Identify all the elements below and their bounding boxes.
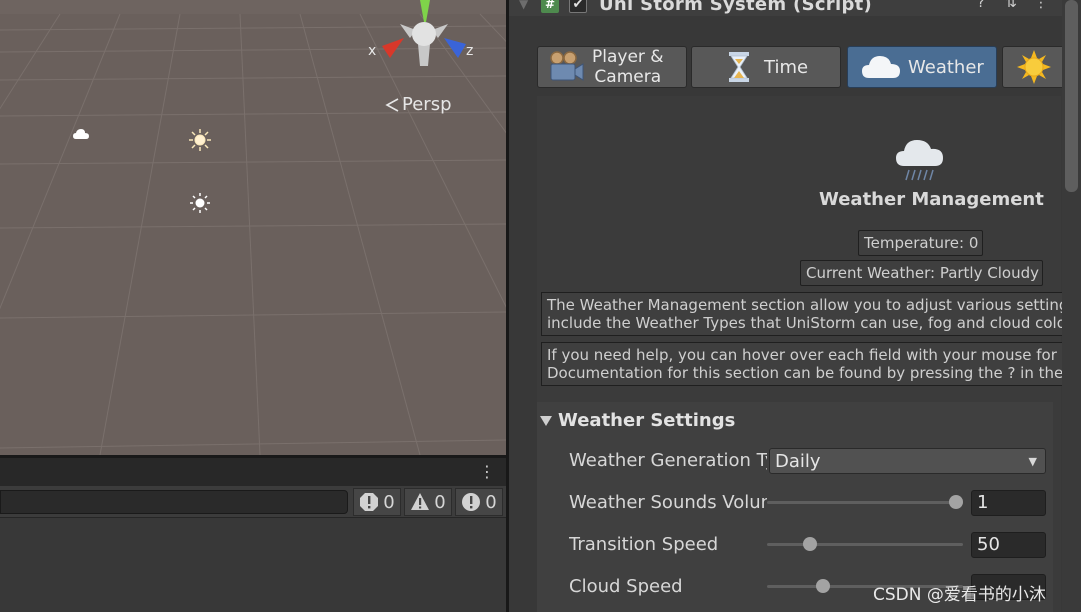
foldout-triangle-icon [540, 415, 552, 426]
cloud-speed-label: Cloud Speed [569, 576, 683, 597]
transition-speed-label: Transition Speed [569, 534, 719, 555]
foldout-arrow-icon[interactable]: ▼ [519, 0, 528, 11]
cloud-object-icon[interactable] [73, 128, 89, 140]
weather-help-box: The Weather Management section allow you… [541, 292, 1081, 336]
sun-object-icon[interactable] [189, 129, 211, 151]
warning-count-toggle[interactable]: 0 [404, 488, 452, 516]
scene-view[interactable]: x z Persp [0, 0, 506, 455]
tab-player-camera[interactable]: Player & Camera [537, 46, 687, 88]
gizmo-x-label: x [368, 43, 377, 59]
watermark-text: CSDN @爱看书的小沐 [873, 585, 1046, 605]
persp-label: Persp [402, 94, 452, 115]
weather-sounds-input[interactable]: 1 [971, 490, 1046, 516]
tab-player-camera-label: Player & Camera [592, 47, 664, 87]
orientation-gizmo[interactable] [360, 0, 490, 80]
tab-time-label: Time [764, 56, 809, 78]
camera-icon [550, 51, 584, 81]
weather-settings-foldout[interactable]: Weather Settings [540, 410, 735, 431]
presets-icon[interactable]: ⇅ [1001, 0, 1021, 11]
temperature-readout: Temperature: 0 [858, 230, 983, 256]
weather-sounds-slider-track[interactable] [767, 501, 963, 504]
weather-settings-header: Weather Settings [558, 410, 736, 431]
weather-sounds-slider-thumb[interactable] [949, 495, 963, 509]
inspector-scrollbar-thumb[interactable] [1065, 0, 1078, 192]
transition-speed-slider-track[interactable] [767, 543, 963, 546]
transition-speed-input[interactable]: 50 [971, 532, 1046, 558]
message-count: 0 [485, 491, 497, 513]
warning-icon [411, 493, 430, 510]
weather-management-title: Weather Management [819, 189, 1044, 210]
weather-generation-label: Weather Generation Ty [569, 450, 767, 471]
cloud-icon [862, 56, 900, 78]
console-search-input[interactable] [0, 490, 348, 514]
tab-weather[interactable]: Weather [847, 46, 997, 88]
projection-toggle[interactable]: Persp [384, 94, 452, 115]
tooltip-help-box: If you need help, you can hover over eac… [541, 342, 1081, 386]
error-count: 0 [383, 491, 395, 513]
help-icon[interactable]: ? [971, 0, 991, 11]
weather-generation-dropdown[interactable]: Daily ▼ [769, 448, 1046, 474]
tab-time[interactable]: Time [691, 46, 841, 88]
rain-cloud-icon [896, 140, 943, 181]
dropdown-arrow-icon: ▼ [1028, 454, 1037, 468]
hourglass-icon [729, 52, 749, 82]
current-weather-readout: Current Weather: Partly Cloudy [800, 260, 1043, 286]
warning-count: 0 [434, 491, 446, 513]
persp-chevron-icon [385, 97, 399, 112]
component-menu-icon[interactable]: ⋮ [1031, 0, 1051, 11]
error-count-toggle[interactable]: 0 [353, 488, 401, 516]
console-log-area[interactable] [0, 518, 506, 612]
console-tab-bar [0, 458, 506, 486]
gizmo-z-label: z [466, 43, 474, 59]
component-enabled-checkbox[interactable]: ✔ [569, 0, 587, 13]
weather-generation-value: Daily [775, 450, 821, 472]
sun-icon [1017, 50, 1051, 84]
error-icon [360, 493, 379, 511]
light-object-icon[interactable] [190, 193, 210, 213]
info-icon [462, 493, 481, 511]
weather-sounds-label: Weather Sounds Volun [569, 492, 767, 513]
message-count-toggle[interactable]: 0 [455, 488, 503, 516]
component-title: Uni Storm System (Script) [599, 0, 873, 15]
tab-weather-label: Weather [908, 56, 984, 78]
script-icon: # [541, 0, 559, 13]
kebab-menu-icon[interactable]: ⋮ [478, 462, 496, 481]
inspector-panel: ▼ # ✔ Uni Storm System (Script) ? ⇅ ⋮ Pl… [509, 0, 1081, 612]
